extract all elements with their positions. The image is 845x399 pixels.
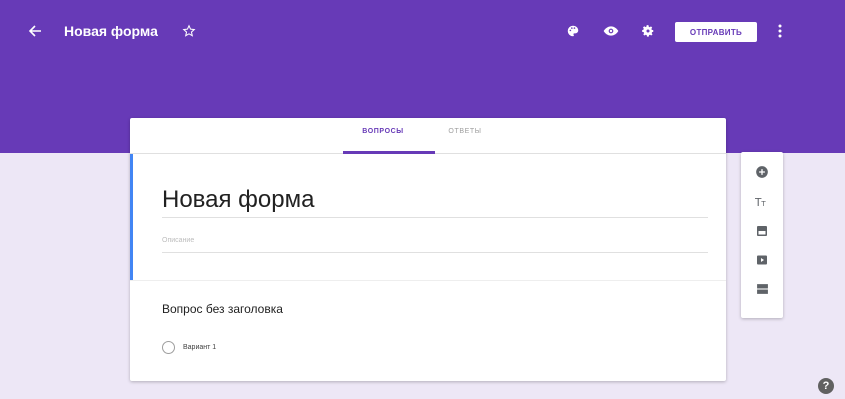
add-question-icon[interactable] [752, 162, 772, 182]
section-divider [130, 280, 726, 281]
active-tab-indicator [343, 151, 435, 154]
form-title-header[interactable]: Новая форма [64, 23, 158, 39]
add-title-icon[interactable]: TT [752, 192, 772, 212]
side-toolbar: TT [741, 152, 783, 318]
add-video-icon[interactable] [752, 250, 772, 270]
palette-icon[interactable] [563, 21, 583, 41]
send-button[interactable]: ОТПРАВИТЬ [675, 22, 757, 42]
tab-answers[interactable]: ОТВЕТЫ [435, 128, 495, 135]
option-label: Вариант 1 [183, 343, 217, 351]
tab-questions[interactable]: ВОПРОСЫ [346, 128, 420, 135]
add-section-icon[interactable] [752, 279, 772, 299]
form-title-field[interactable]: Новая форма [162, 182, 708, 218]
back-icon[interactable] [24, 20, 46, 42]
star-icon[interactable] [178, 20, 200, 42]
settings-gear-icon[interactable] [638, 21, 658, 41]
add-image-icon[interactable] [752, 221, 772, 241]
more-vert-icon[interactable] [770, 20, 790, 42]
form-card: ВОПРОСЫ ОТВЕТЫ Новая форма Описание Вопр… [130, 118, 726, 381]
option-item[interactable]: Вариант 1 [162, 340, 216, 354]
preview-eye-icon[interactable] [601, 21, 621, 41]
form-description-field[interactable]: Описание [162, 233, 708, 253]
radio-button[interactable] [162, 340, 175, 354]
question-title[interactable]: Вопрос без заголовка [162, 302, 283, 316]
tab-bar: ВОПРОСЫ ОТВЕТЫ [130, 118, 726, 154]
help-icon[interactable]: ? [818, 378, 834, 394]
svg-text:T: T [760, 200, 766, 208]
active-section-accent-bar [130, 154, 133, 280]
top-bar: Новая форма ОТПРАВИТЬ [0, 0, 845, 64]
